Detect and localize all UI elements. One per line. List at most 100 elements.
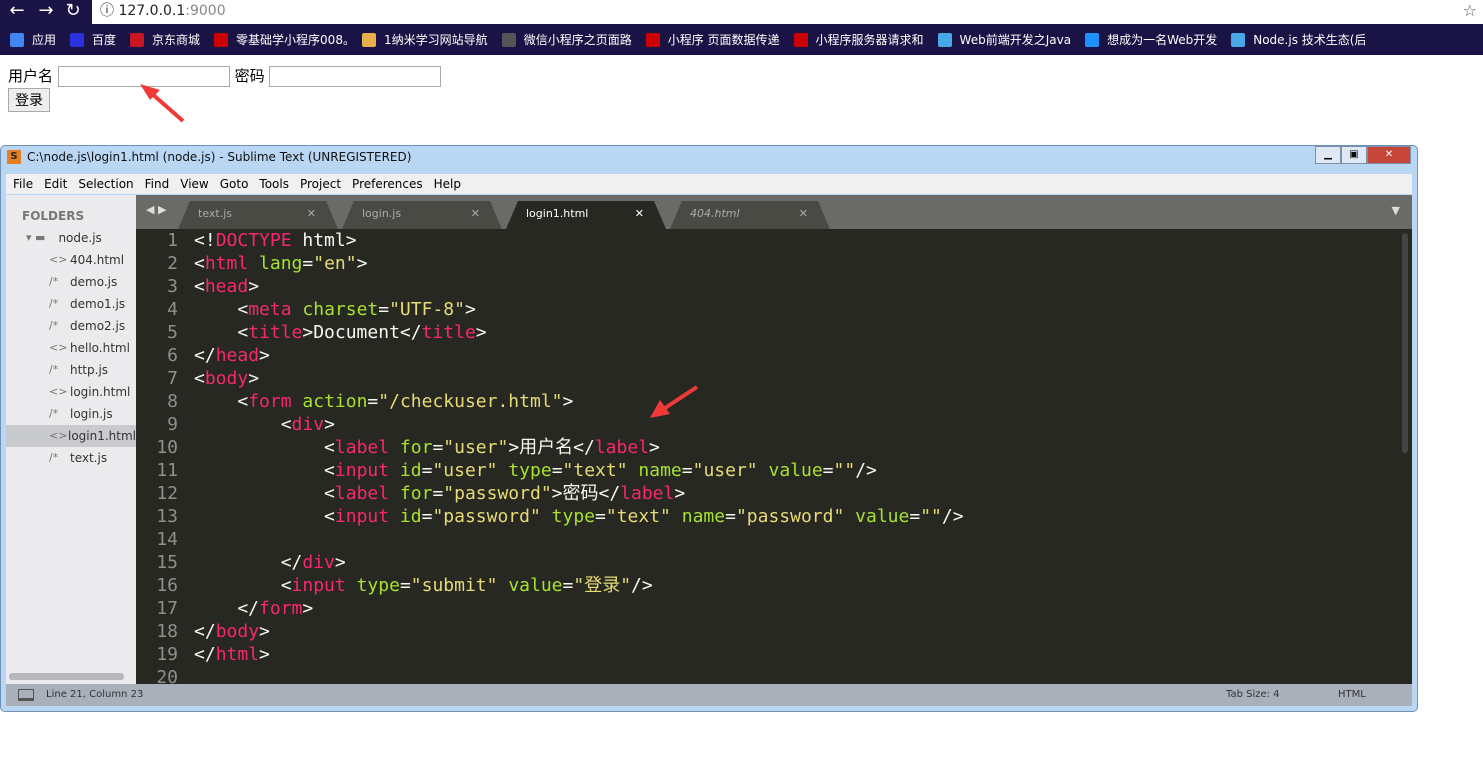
file-type-icon: <> <box>49 253 68 266</box>
code-token: body <box>204 368 249 389</box>
minimize-button[interactable]: ▁ <box>1315 146 1341 164</box>
bookmark-item[interactable]: Node.js 技术生态(后 <box>1231 31 1365 48</box>
code-token: = <box>595 506 606 527</box>
tab-dropdown-icon[interactable]: ▼ <box>1392 204 1400 217</box>
tab-close-icon[interactable]: ✕ <box>799 201 808 227</box>
bookmark-item[interactable]: 零基础学小程序008。 <box>214 31 348 48</box>
code-token: "en" <box>313 253 357 274</box>
login-button[interactable]: 登录 <box>8 88 50 112</box>
tab-login1-html[interactable]: login1.html ✕ <box>506 201 666 229</box>
file-item[interactable]: /* text.js <box>6 447 136 469</box>
code-token: > <box>475 322 487 343</box>
bookmark-item[interactable]: Web前端开发之Java <box>937 31 1071 48</box>
forward-icon[interactable]: → <box>33 0 59 24</box>
file-item[interactable]: <> login1.html <box>6 425 136 447</box>
bookmark-item[interactable]: 小程序服务器请求和 <box>793 31 924 48</box>
tab-nav-arrows-icon[interactable]: ◀ ▶ <box>146 203 166 216</box>
code-token: "" <box>833 460 856 481</box>
address-bar[interactable]: ⓘ 127.0.0.1:9000 ☆ <box>92 0 1483 24</box>
menu-item-find[interactable]: Find <box>145 174 170 194</box>
code-line: <div> <box>194 413 335 436</box>
line-number: 7 <box>167 368 178 389</box>
menu-item-edit[interactable]: Edit <box>44 174 67 194</box>
tab-label: login1.html <box>526 207 589 220</box>
menu-item-project[interactable]: Project <box>300 174 341 194</box>
code-token: < <box>194 253 205 274</box>
sidebar-scrollbar[interactable] <box>9 673 124 680</box>
file-item[interactable]: /* demo1.js <box>6 293 136 315</box>
code-token: = <box>302 253 314 274</box>
menu-item-tools[interactable]: Tools <box>259 174 289 194</box>
file-item[interactable]: <> login.html <box>6 381 136 403</box>
bookmark-item[interactable]: 百度 <box>70 31 116 48</box>
tab-text-js[interactable]: text.js ✕ <box>178 201 338 229</box>
gem-icon <box>1231 32 1246 47</box>
editor-scrollbar[interactable] <box>1402 233 1408 453</box>
code-token: label <box>594 437 650 458</box>
code-token: "password" <box>443 483 552 504</box>
menu-item-goto[interactable]: Goto <box>220 174 249 194</box>
at-icon <box>362 32 377 47</box>
code-line: <input type="submit" value="登录"/> <box>194 574 653 597</box>
file-item[interactable]: /* login.js <box>6 403 136 425</box>
tab-close-icon[interactable]: ✕ <box>635 201 644 227</box>
file-name: login1.html <box>67 429 136 443</box>
title-bar: S C:\node.js\login1.html (node.js) - Subl… <box>7 150 411 164</box>
code-line: <label for="user">用户名</label> <box>194 436 660 459</box>
file-type-icon: /* <box>49 407 59 420</box>
sublime-window: S C:\node.js\login1.html (node.js) - Subl… <box>0 145 1418 712</box>
code-token: head <box>215 345 260 366</box>
bookmark-item[interactable]: 小程序 页面数据传递 <box>645 31 780 48</box>
tab-404-html[interactable]: 404.html ✕ <box>670 201 830 229</box>
tab-close-icon[interactable]: ✕ <box>307 201 316 227</box>
bookmark-item[interactable]: 京东商城 <box>130 31 200 48</box>
code-token: type <box>356 575 400 596</box>
apps-icon <box>10 32 24 47</box>
code-editor[interactable]: 1 <!DOCTYPE html> 2 <html lang="en"> 3 <head>… <box>136 229 1412 684</box>
back-icon[interactable]: ← <box>4 0 30 24</box>
url-port: :9000 <box>185 3 226 19</box>
tab-login-js[interactable]: login.js ✕ <box>342 201 502 229</box>
bookmark-item[interactable]: 想成为一名Web开发 <box>1085 31 1217 48</box>
tab-size[interactable]: Tab Size: 4 <box>1226 684 1280 706</box>
bookmark-item[interactable]: 1纳米学习网站导航 <box>362 31 488 48</box>
menu-item-help[interactable]: Help <box>434 174 461 194</box>
syntax-mode[interactable]: HTML <box>1338 684 1366 706</box>
menu-item-view[interactable]: View <box>180 174 208 194</box>
code-token: > <box>259 644 270 665</box>
bookmark-item[interactable]: 微信小程序之页面路 <box>501 31 632 48</box>
code-token: "UTF-8" <box>389 299 465 320</box>
panel-toggle-icon[interactable] <box>18 689 34 701</box>
file-name: text.js <box>70 451 108 465</box>
bookmark-star-icon[interactable]: ☆ <box>1463 0 1477 22</box>
password-input[interactable] <box>269 66 442 87</box>
maximize-button[interactable]: ▣ <box>1341 146 1367 164</box>
line-number: 12 <box>156 483 178 504</box>
code-token: < <box>194 506 335 527</box>
file-name: 404.html <box>70 253 125 267</box>
reload-icon[interactable]: ↻ <box>60 0 86 24</box>
menu-item-selection[interactable]: Selection <box>78 174 133 194</box>
line-number: 6 <box>167 345 178 366</box>
file-item[interactable]: <> hello.html <box>6 337 136 359</box>
code-line: <label for="password">密码</label> <box>194 482 685 505</box>
code-token: /> <box>855 460 877 481</box>
code-token: value <box>768 460 823 481</box>
tab-close-icon[interactable]: ✕ <box>471 201 480 227</box>
file-item[interactable]: /* http.js <box>6 359 136 381</box>
password-label: 密码 <box>234 67 265 85</box>
code-token: = <box>421 506 433 527</box>
code-token: label <box>620 483 675 504</box>
file-item[interactable]: /* demo2.js <box>6 315 136 337</box>
menu-item-preferences[interactable]: Preferences <box>352 174 423 194</box>
code-token: = <box>822 460 834 481</box>
folder-root[interactable]: ▾ ▬ node.js <box>6 227 136 249</box>
code-token: lang <box>259 253 303 274</box>
bookmark-item[interactable]: 应用 <box>10 31 56 48</box>
code-token: < <box>194 460 335 481</box>
menu-item-file[interactable]: File <box>13 174 33 194</box>
close-button[interactable]: ✕ <box>1367 146 1411 164</box>
file-item[interactable]: <> 404.html <box>6 249 136 271</box>
file-item[interactable]: /* demo.js <box>6 271 136 293</box>
username-input[interactable] <box>57 66 230 87</box>
